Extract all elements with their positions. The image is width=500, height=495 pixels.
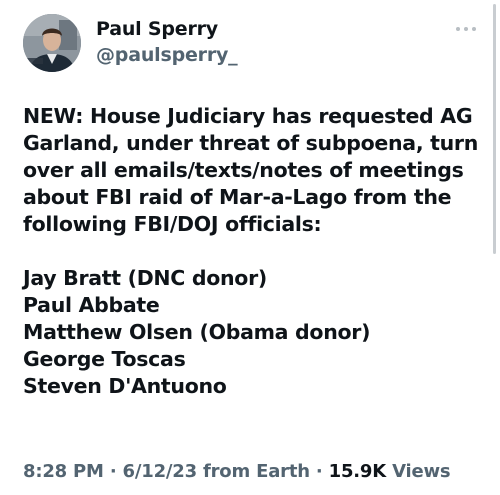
tweet-card: Paul Sperry @paulsperry_ NEW: House Judi…	[0, 0, 500, 495]
meta-separator: ·	[315, 461, 323, 482]
avatar[interactable]	[23, 14, 81, 72]
tweet-line: NEW: House Judiciary has requested AG	[23, 104, 473, 128]
scrollbar[interactable]	[493, 4, 496, 254]
tweet-date[interactable]: 6/12/23	[123, 461, 198, 482]
views-count: 15.9K	[328, 461, 387, 482]
meta-separator: ·	[109, 461, 117, 482]
tweet-text: NEW: House Judiciary has requested AG Ga…	[23, 103, 479, 400]
tweet-source: from Earth	[203, 461, 310, 482]
official-item: George Toscas	[23, 347, 186, 371]
more-horizontal-icon[interactable]	[456, 24, 478, 34]
tweet-line: Garland, under threat of subpoena, turn	[23, 131, 479, 155]
avatar-image	[23, 14, 81, 72]
tweet-line: following FBI/DOJ officials:	[23, 212, 322, 236]
views-label: Views	[392, 461, 451, 482]
official-item: Steven D'Antuono	[23, 374, 227, 398]
official-item: Paul Abbate	[23, 293, 160, 317]
tweet-line: about FBI raid of Mar-a-Lago from the	[23, 185, 452, 209]
author-handle[interactable]: @paulsperry_	[96, 44, 238, 66]
official-item: Jay Bratt (DNC donor)	[23, 266, 267, 290]
official-item: Matthew Olsen (Obama donor)	[23, 320, 371, 344]
tweet-meta: 8:28 PM · 6/12/23 from Earth · 15.9K Vie…	[23, 461, 451, 482]
tweet-time[interactable]: 8:28 PM	[23, 461, 104, 482]
tweet-line: over all emails/texts/notes of meetings	[23, 158, 464, 182]
author-name[interactable]: Paul Sperry	[96, 18, 218, 40]
